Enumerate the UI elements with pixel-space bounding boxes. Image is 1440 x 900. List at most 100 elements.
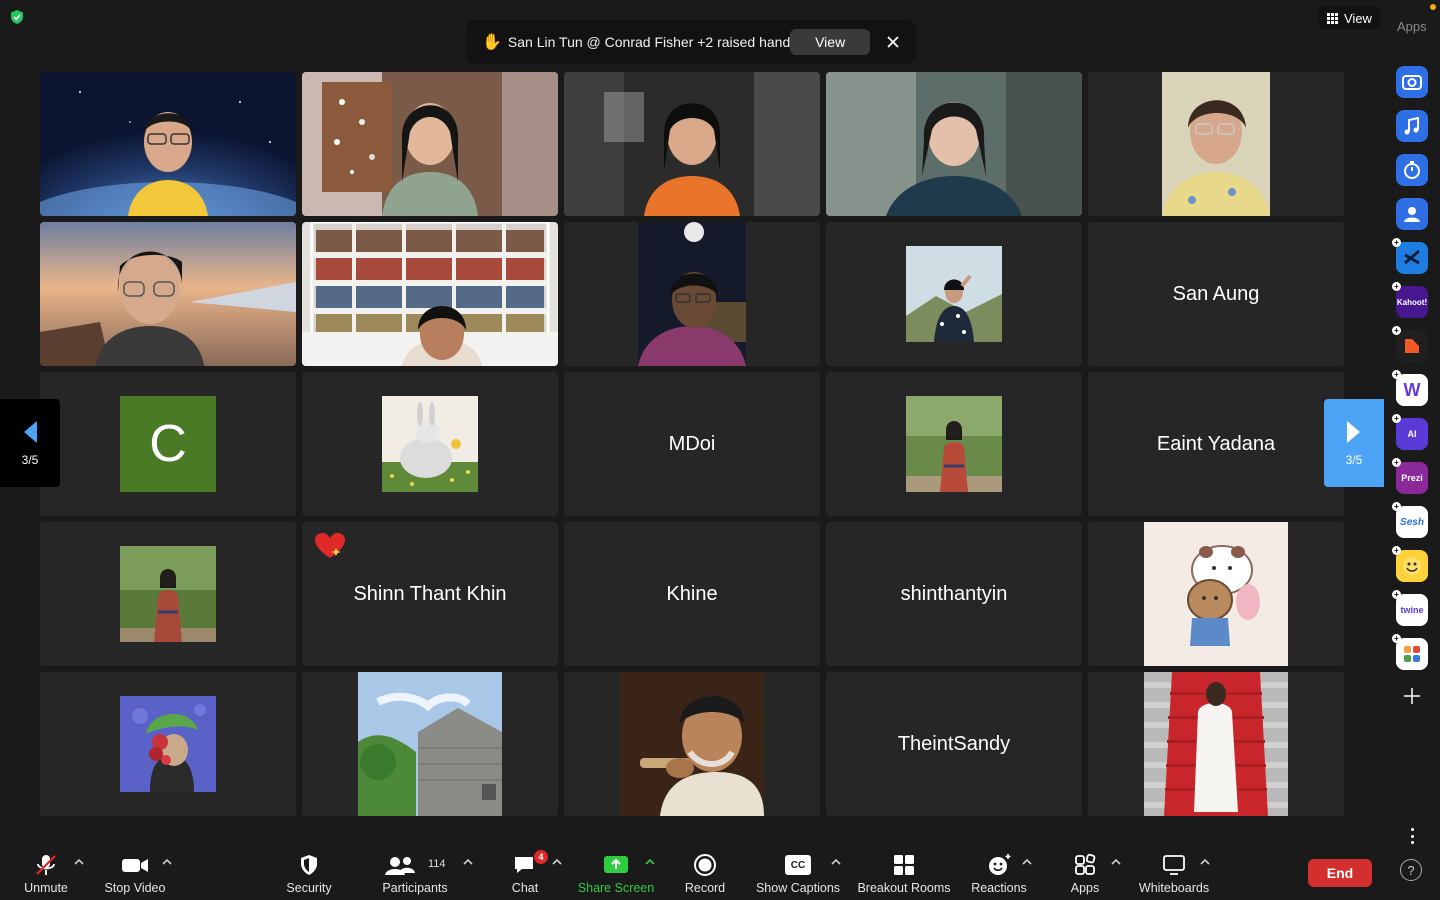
- music-app-icon[interactable]: [1396, 110, 1428, 142]
- participant-photo: [1144, 672, 1288, 816]
- participant-video: [826, 72, 1082, 216]
- slido-app-icon[interactable]: +: [1392, 238, 1428, 274]
- add-app-icon: +: [1392, 546, 1401, 555]
- captions-options-chevron-icon[interactable]: [830, 858, 842, 866]
- chevron-left-icon: [24, 421, 37, 443]
- profile-app-icon[interactable]: [1396, 198, 1428, 230]
- raised-hand-banner: ✋ San Lin Tun @ Conrad Fisher +2 raised …: [466, 20, 916, 64]
- video-tile[interactable]: [1088, 72, 1344, 216]
- encryption-shield-icon[interactable]: [9, 9, 25, 25]
- participant-tile[interactable]: [1088, 672, 1344, 816]
- whiteboards-label: Whiteboards: [1138, 881, 1210, 895]
- wooclap-app-icon[interactable]: + W: [1392, 370, 1428, 406]
- apps-panel-label[interactable]: Apps: [1397, 19, 1427, 34]
- view-layout-label: View: [1344, 10, 1372, 26]
- emoji-app-icon[interactable]: +: [1392, 546, 1428, 582]
- video-tile[interactable]: [302, 72, 558, 216]
- add-app-plus-icon[interactable]: [1400, 684, 1424, 708]
- participants-button[interactable]: 114 Participants: [378, 846, 452, 900]
- unmute-button[interactable]: Unmute: [18, 846, 74, 900]
- participants-options-chevron-icon[interactable]: [462, 858, 474, 866]
- participant-tile[interactable]: [564, 672, 820, 816]
- participant-name: shinthantyin: [900, 582, 1008, 605]
- participant-tile[interactable]: [826, 372, 1082, 516]
- smiley-icon: [989, 854, 1011, 875]
- breakout-rooms-button[interactable]: Breakout Rooms: [856, 846, 952, 900]
- video-tile[interactable]: [826, 222, 1082, 366]
- participant-name: Shinn Thant Khin: [353, 582, 507, 605]
- apps-button[interactable]: Apps: [1066, 846, 1104, 900]
- video-tile[interactable]: [40, 222, 296, 366]
- show-captions-button[interactable]: CC Show Captions: [754, 846, 842, 900]
- apps-options-chevron-icon[interactable]: [1110, 858, 1122, 866]
- reactions-options-chevron-icon[interactable]: [1021, 858, 1033, 866]
- apps-icon: [1075, 853, 1096, 875]
- participant-tile[interactable]: [1088, 522, 1344, 666]
- audio-options-chevron-icon[interactable]: [73, 858, 85, 866]
- ai-companion-app-icon[interactable]: + AI: [1392, 414, 1428, 450]
- participant-tile[interactable]: Shinn Thant Khin: [302, 522, 558, 666]
- participant-tile[interactable]: San Aung: [1088, 222, 1344, 366]
- participant-tile[interactable]: MDoi: [564, 372, 820, 516]
- security-shield-icon: [301, 855, 317, 875]
- chevron-right-icon: [1347, 421, 1360, 443]
- security-button[interactable]: Security: [280, 846, 338, 900]
- view-layout-button[interactable]: View: [1319, 6, 1380, 30]
- share-screen-button[interactable]: Share Screen: [574, 846, 658, 900]
- unmute-label: Unmute: [24, 881, 68, 895]
- participant-tile[interactable]: C: [40, 372, 296, 516]
- next-page-button[interactable]: 3/5: [1324, 399, 1384, 487]
- participant-tile[interactable]: shinthantyin: [826, 522, 1082, 666]
- video-tile[interactable]: [302, 222, 558, 366]
- timer-app-icon[interactable]: [1396, 154, 1428, 186]
- video-tile[interactable]: [40, 72, 296, 216]
- record-button[interactable]: Record: [680, 846, 730, 900]
- collection-app-icon[interactable]: +: [1392, 634, 1428, 670]
- participant-tile[interactable]: [40, 672, 296, 816]
- video-tile[interactable]: [826, 72, 1082, 216]
- participant-video: [564, 72, 820, 216]
- participant-video: [302, 222, 558, 366]
- video-options-chevron-icon[interactable]: [161, 858, 173, 866]
- participant-photo: [382, 396, 478, 492]
- participant-video: [1162, 72, 1270, 216]
- twine-app-icon[interactable]: + twine: [1392, 590, 1428, 626]
- prezi-app-icon[interactable]: + Prezi: [1392, 458, 1428, 494]
- share-options-chevron-icon[interactable]: [644, 858, 656, 866]
- workspace-app-icon[interactable]: +: [1392, 326, 1428, 362]
- chat-button[interactable]: 4 Chat: [508, 846, 548, 900]
- twine-label: twine: [1400, 605, 1424, 615]
- kahoot-app-icon[interactable]: + Kahoot!: [1392, 282, 1428, 318]
- participant-avatar: C: [120, 396, 216, 492]
- end-meeting-button[interactable]: End: [1308, 859, 1372, 887]
- video-tile[interactable]: [564, 72, 820, 216]
- add-app-icon: +: [1392, 590, 1401, 599]
- banner-view-button[interactable]: View: [790, 29, 871, 55]
- more-options-icon[interactable]: [1406, 828, 1418, 844]
- raised-hand-message: San Lin Tun @ Conrad Fisher +2 raised ha…: [507, 34, 791, 50]
- whiteboards-button[interactable]: Whiteboards: [1136, 846, 1212, 900]
- participant-name: TheintSandy: [897, 732, 1011, 755]
- participant-tile[interactable]: Eaint Yadana: [1088, 372, 1344, 516]
- camera-app-icon[interactable]: [1396, 66, 1428, 98]
- sesh-app-icon[interactable]: + Sesh: [1392, 502, 1428, 538]
- participant-tile[interactable]: [302, 372, 558, 516]
- video-tile[interactable]: [564, 222, 820, 366]
- raised-hand-icon: ✋: [482, 34, 502, 51]
- whiteboards-options-chevron-icon[interactable]: [1199, 858, 1211, 866]
- participant-tile[interactable]: [302, 672, 558, 816]
- banner-close-icon[interactable]: [882, 31, 904, 53]
- participant-tile[interactable]: TheintSandy: [826, 672, 1082, 816]
- help-icon[interactable]: ?: [1400, 859, 1422, 881]
- participant-gallery: San Aung C MDoi Eaint Yadana Shinn Thant…: [40, 72, 1344, 816]
- chat-unread-badge: 4: [534, 850, 548, 864]
- chat-options-chevron-icon[interactable]: [551, 858, 563, 866]
- participant-tile[interactable]: [40, 522, 296, 666]
- stop-video-button[interactable]: Stop Video: [102, 846, 168, 900]
- participant-tile[interactable]: Khine: [564, 522, 820, 666]
- kahoot-label: Kahoot!: [1396, 297, 1428, 307]
- reactions-button[interactable]: Reactions: [970, 846, 1028, 900]
- record-label: Record: [684, 881, 726, 895]
- previous-page-button[interactable]: 3/5: [0, 399, 60, 487]
- microphone-muted-icon: [36, 855, 56, 875]
